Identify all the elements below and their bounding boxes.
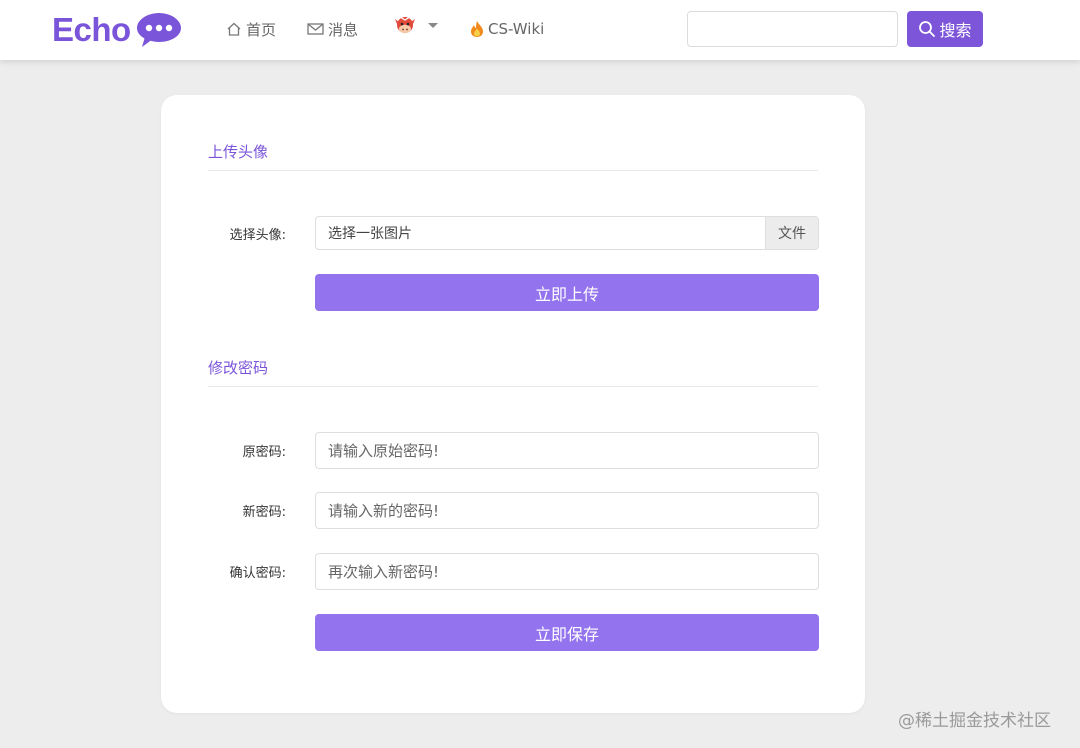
nav-wiki-link[interactable]: CS-Wiki [470,18,544,40]
search-button[interactable]: 搜索 [907,11,983,47]
browse-file-button[interactable]: 文件 [765,217,818,249]
old-password-input[interactable] [315,432,819,469]
watermark-text: @稀土掘金技术社区 [898,711,1051,731]
confirm-password-label: 确认密码: [229,566,286,581]
brand-name: Echo [52,11,131,48]
search-icon [918,20,936,38]
nav-home-link[interactable]: 首页 [226,18,276,40]
fire-icon [470,20,484,38]
upload-now-button[interactable]: 立即上传 [315,274,819,311]
search-input[interactable] [687,11,898,47]
avatar-file-picker[interactable]: 选择一张图片 文件 [315,216,819,250]
search-button-label: 搜索 [939,21,972,40]
new-password-input[interactable] [315,492,819,529]
nav-messages-label: 消息 [328,20,359,39]
confirm-password-input[interactable] [315,553,819,590]
chevron-down-icon [428,22,438,28]
nav-wiki-label: CS-Wiki [488,20,545,38]
top-navbar: Echo 首页 消息 CS-Wiki 搜索 [0,0,1080,60]
chat-bubble-icon [136,13,181,47]
envelope-icon [307,22,324,36]
old-password-label: 原密码: [242,445,286,460]
save-now-button[interactable]: 立即保存 [315,614,819,651]
nav-messages-link[interactable]: 消息 [307,18,358,40]
user-avatar-cow-icon [392,13,418,41]
choose-avatar-label: 选择头像: [229,228,286,243]
new-password-label: 新密码: [242,505,286,520]
upload-avatar-section-title: 上传头像 [208,141,818,171]
settings-card: 上传头像 选择头像: 选择一张图片 文件 立即上传 修改密码 原密码: 新密码:… [161,95,865,713]
file-placeholder-text: 选择一张图片 [328,226,412,242]
change-password-section-title: 修改密码 [208,357,818,387]
home-icon [226,21,242,37]
brand-logo[interactable]: Echo [52,10,183,50]
user-menu-dropdown[interactable] [392,16,438,38]
nav-home-label: 首页 [246,20,277,39]
